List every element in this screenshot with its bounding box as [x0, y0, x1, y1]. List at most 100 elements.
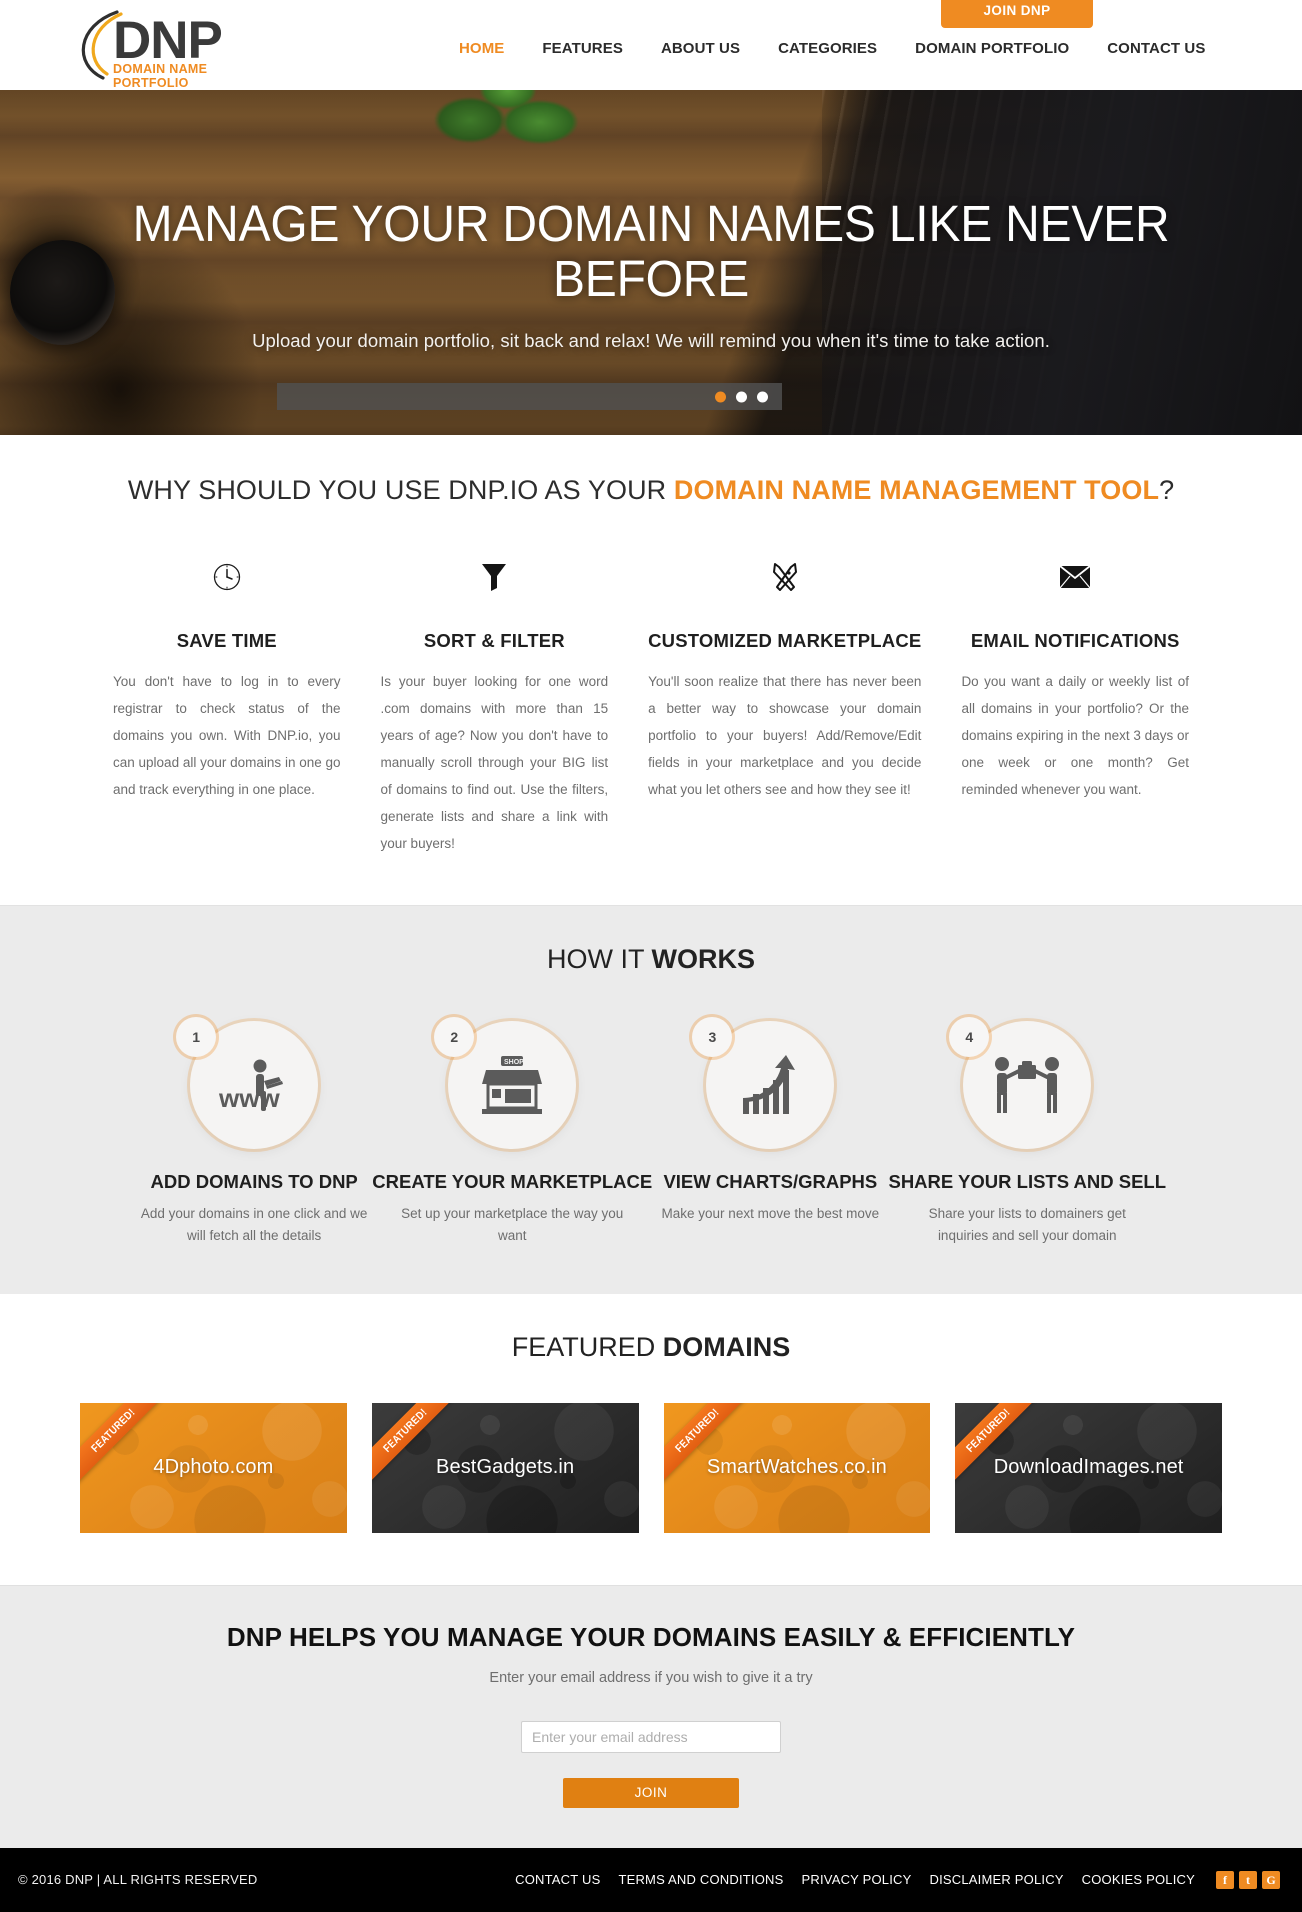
- feature-body: Do you want a daily or weekly list of al…: [961, 674, 1189, 797]
- feature-body: You'll soon realize that there has never…: [648, 674, 922, 797]
- nav-item-about-us[interactable]: ABOUT US: [642, 40, 759, 57]
- page-root: DNP DOMAIN NAME PORTFOLIO JOIN DNP HOME …: [0, 0, 1302, 1912]
- step-number-badge: 2: [434, 1017, 475, 1057]
- carousel-control-bar: [277, 383, 782, 410]
- hero-carousel: MANAGE YOUR DOMAIN NAMES LIKE NEVER BEFO…: [0, 90, 1302, 435]
- carousel-dot-3[interactable]: [757, 391, 768, 402]
- google-plus-icon[interactable]: G: [1262, 1870, 1280, 1889]
- facebook-icon[interactable]: f: [1216, 1870, 1234, 1889]
- feature-heading: SAVE TIME: [176, 630, 277, 651]
- social-links: f t G: [1216, 1870, 1280, 1889]
- carousel-dots: [715, 391, 768, 402]
- svg-text:SHOP: SHOP: [504, 1059, 524, 1066]
- step-circle-wrap: 3: [692, 1017, 835, 1149]
- shop-storefront-icon: SHOP: [482, 1056, 543, 1114]
- why-title-highlight: DOMAIN NAME MANAGEMENT TOOL: [673, 475, 1160, 505]
- step-body: Add your domains in one click and we wil…: [140, 1206, 368, 1244]
- carousel-dot-1[interactable]: [715, 391, 726, 402]
- nav-item-features[interactable]: FEATURES: [523, 40, 642, 57]
- twitter-icon[interactable]: t: [1239, 1870, 1257, 1889]
- step-number-badge: 1: [176, 1017, 217, 1057]
- step-add-domains: www 1 ADD DOMAINS TO DNP Add your domain…: [136, 1017, 372, 1248]
- feature-card-save-time: SAVE TIME You don't have to log in to ev…: [93, 506, 361, 857]
- featured-domain-card[interactable]: FEATURED! 4Dphoto.com: [80, 1402, 347, 1533]
- featured-title-light: FEATURED: [511, 1331, 663, 1362]
- step-number-badge: 4: [949, 1017, 990, 1057]
- feature-grid: SAVE TIME You don't have to log in to ev…: [75, 506, 1227, 857]
- hero-title: MANAGE YOUR DOMAIN NAMES LIKE NEVER BEFO…: [132, 195, 1170, 308]
- feature-heading: EMAIL NOTIFICATIONS: [970, 630, 1180, 651]
- clock-icon: [113, 556, 341, 598]
- feature-card-sort-filter: SORT & FILTER Is your buyer looking for …: [361, 506, 629, 857]
- join-dnp-button[interactable]: JOIN DNP: [941, 0, 1093, 28]
- step-heading: SHARE YOUR LISTS AND SELL: [888, 1171, 1167, 1192]
- featured-domain-name: SmartWatches.co.in: [706, 1456, 887, 1479]
- footer-link-terms-and-conditions[interactable]: TERMS AND CONDITIONS: [609, 1872, 792, 1887]
- funnel-icon: [381, 556, 609, 598]
- footer-link-contact-us[interactable]: CONTACT US: [506, 1872, 609, 1887]
- featured-title-bold: DOMAINS: [662, 1331, 791, 1362]
- envelope-icon: [961, 556, 1189, 598]
- handshake-deal-icon: [995, 1057, 1060, 1113]
- signup-cta-section: DNP HELPS YOU MANAGE YOUR DOMAINS EASILY…: [0, 1584, 1302, 1848]
- why-title-part-2: ?: [1159, 475, 1175, 505]
- nav-item-home[interactable]: HOME: [440, 40, 523, 57]
- cta-subtitle: Enter your email address if you wish to …: [489, 1669, 813, 1686]
- carousel-dot-2[interactable]: [736, 391, 747, 402]
- nav-item-categories[interactable]: CATEGORIES: [759, 40, 896, 57]
- steps-row: www 1 ADD DOMAINS TO DNP Add your domain…: [76, 1017, 1226, 1248]
- feature-body: You don't have to log in to every regist…: [113, 674, 341, 797]
- featured-domain-card[interactable]: FEATURED! SmartWatches.co.in: [663, 1402, 931, 1533]
- growth-chart-arrow-icon: [743, 1055, 796, 1114]
- featured-domain-name: 4Dphoto.com: [153, 1456, 274, 1479]
- feature-card-email-notifications: EMAIL NOTIFICATIONS Do you want a daily …: [941, 506, 1209, 857]
- nav-item-domain-portfolio[interactable]: DOMAIN PORTFOLIO: [896, 40, 1088, 57]
- step-body: Share your lists to domainers get inquir…: [928, 1206, 1126, 1244]
- site-logo[interactable]: DNP DOMAIN NAME PORTFOLIO: [55, 4, 285, 90]
- footer-link-cookies-policy[interactable]: COOKIES POLICY: [1073, 1872, 1204, 1887]
- step-share-and-sell: 4 SHARE YOUR LISTS AND SELL Share your l…: [888, 1017, 1167, 1248]
- step-view-charts: 3 VIEW CHARTS/GRAPHS Make your next move…: [652, 1017, 888, 1248]
- feature-heading: CUSTOMIZED MARKETPLACE: [648, 630, 922, 651]
- how-it-works-title: HOW IT WORKS: [0, 944, 1302, 975]
- why-section-title: WHY SHOULD YOU USE DNP.IO AS YOUR DOMAIN…: [0, 475, 1302, 506]
- step-heading: VIEW CHARTS/GRAPHS: [663, 1171, 878, 1192]
- step-create-marketplace: SHOP 2 CREATE YOUR MARKETPLACE Set up yo…: [372, 1017, 653, 1248]
- how-title-bold: WORKS: [651, 944, 756, 974]
- hero-subtitle: Upload your domain portfolio, sit back a…: [252, 330, 1050, 352]
- why-title-part-1: WHY SHOULD YOU USE DNP.IO AS YOUR: [127, 475, 674, 505]
- featured-domain-name: DownloadImages.net: [993, 1456, 1184, 1479]
- footer-copyright: © 2016 DNP | ALL RIGHTS RESERVED: [18, 1872, 258, 1888]
- featured-domain-name: BestGadgets.in: [436, 1456, 575, 1479]
- step-circle-wrap: www 1: [176, 1017, 319, 1149]
- www-person-laptop-icon: www: [218, 1059, 284, 1113]
- site-footer: © 2016 DNP | ALL RIGHTS RESERVED CONTACT…: [0, 1847, 1302, 1912]
- nav-item-contact-us[interactable]: CONTACT US: [1088, 40, 1224, 57]
- logo-tagline: DOMAIN NAME PORTFOLIO: [113, 62, 208, 90]
- featured-domains-title: FEATURED DOMAINS: [0, 1332, 1302, 1363]
- footer-links-group: CONTACT US TERMS AND CONDITIONS PRIVACY …: [506, 1870, 1280, 1889]
- how-it-works-section: HOW IT WORKS www 1 ADD DOMAINS TO DNP Ad…: [0, 905, 1302, 1294]
- step-heading: ADD DOMAINS TO DNP: [150, 1171, 358, 1192]
- step-body: Set up your marketplace the way you want: [401, 1206, 624, 1244]
- join-submit-button[interactable]: JOIN: [563, 1777, 739, 1808]
- step-circle-wrap: SHOP 2: [434, 1017, 577, 1149]
- feature-card-customized-marketplace: CUSTOMIZED MARKETPLACE You'll soon reali…: [628, 506, 941, 857]
- footer-link-disclaimer-policy[interactable]: DISCLAIMER POLICY: [921, 1872, 1073, 1887]
- hero-content: MANAGE YOUR DOMAIN NAMES LIKE NEVER BEFO…: [0, 90, 1302, 352]
- feature-body: Is your buyer looking for one word .com …: [380, 674, 609, 851]
- featured-domain-card[interactable]: FEATURED! DownloadImages.net: [955, 1402, 1222, 1533]
- main-navigation: HOME FEATURES ABOUT US CATEGORIES DOMAIN…: [440, 40, 1224, 57]
- step-body: Make your next move the best move: [661, 1206, 880, 1221]
- featured-cards-row: FEATURED! 4Dphoto.com FEATURED! BestGadg…: [0, 1402, 1302, 1533]
- how-title-light: HOW IT: [547, 944, 652, 974]
- featured-domains-section: FEATURED DOMAINS FEATURED! 4Dphoto.com F…: [0, 1293, 1302, 1585]
- step-heading: CREATE YOUR MARKETPLACE: [372, 1171, 653, 1192]
- cta-title: DNP HELPS YOU MANAGE YOUR DOMAINS EASILY…: [226, 1621, 1076, 1652]
- email-input[interactable]: [521, 1720, 781, 1753]
- footer-link-privacy-policy[interactable]: PRIVACY POLICY: [793, 1872, 921, 1887]
- featured-domain-card[interactable]: FEATURED! BestGadgets.in: [371, 1402, 639, 1533]
- feature-heading: SORT & FILTER: [423, 630, 565, 651]
- step-circle-wrap: 4: [949, 1017, 1092, 1149]
- site-header: DNP DOMAIN NAME PORTFOLIO JOIN DNP HOME …: [0, 0, 1302, 90]
